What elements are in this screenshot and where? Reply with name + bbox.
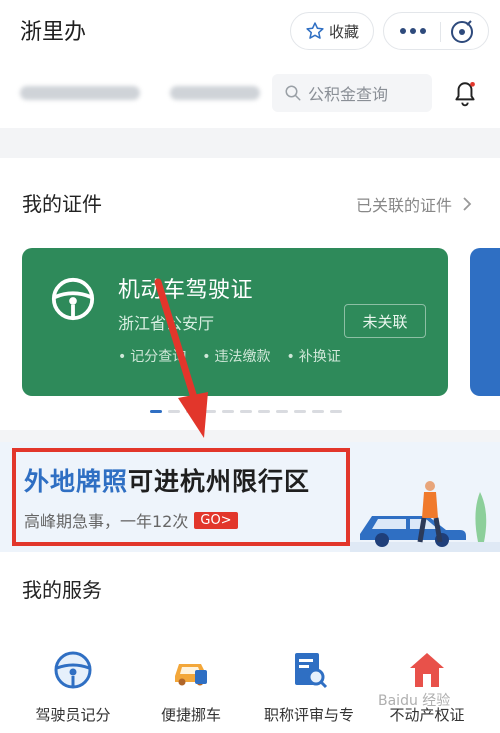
more-icon[interactable] <box>400 22 426 40</box>
miniapp-capsule <box>383 12 489 50</box>
feature-points-query[interactable]: 记分查询 <box>118 346 186 366</box>
services-title: 我的服务 <box>22 578 102 602</box>
blurred-location-2 <box>170 86 260 100</box>
top-bar: 浙里办 收藏 <box>0 0 500 62</box>
feature-fine-payment[interactable]: 违法缴款 <box>202 346 271 366</box>
watermark: Baidu 经验 <box>378 693 451 709</box>
section-divider <box>0 128 500 158</box>
service-label: 职称评审与专 <box>263 706 354 724</box>
bell-icon[interactable] <box>452 80 478 108</box>
house-icon <box>410 653 444 687</box>
steering-wheel-icon <box>54 651 92 689</box>
search-placeholder: 公积金查询 <box>308 85 389 104</box>
close-target-icon[interactable] <box>450 20 474 44</box>
service-label: 便捷挪车 <box>160 706 221 724</box>
certificates-title: 我的证件 <box>22 192 102 216</box>
next-card-peek[interactable] <box>470 248 500 396</box>
search-icon <box>285 85 301 101</box>
car-icon <box>175 664 207 686</box>
service-title-review[interactable]: 职称评审与专 <box>254 650 364 725</box>
search-row: 公积金查询 <box>0 64 500 122</box>
favorite-button[interactable]: 收藏 <box>290 12 374 50</box>
card-issuer: 浙江省公安厅 <box>118 314 215 333</box>
car-illustration-icon <box>350 481 500 552</box>
star-icon <box>306 22 324 39</box>
service-move-car[interactable]: 便捷挪车 <box>136 650 246 725</box>
favorite-label: 收藏 <box>328 22 359 41</box>
linked-certificates-label: 已关联的证件 <box>355 196 452 215</box>
unlinked-status-button[interactable]: 未关联 <box>344 304 426 338</box>
document-search-icon <box>295 653 328 689</box>
service-driver-points[interactable]: 驾驶员记分 <box>18 650 128 725</box>
card-name: 机动车驾驶证 <box>118 278 254 303</box>
driver-license-card[interactable]: 机动车驾驶证 浙江省公安厅 未关联 记分查询 违法缴款 补换证 <box>22 248 448 396</box>
section-divider-2 <box>0 430 500 442</box>
blurred-location <box>20 86 140 100</box>
steering-wheel-icon <box>51 277 95 321</box>
highlight-red-frame <box>12 448 350 546</box>
promo-banner[interactable]: 外地牌照可进杭州限行区 高峰期急事，一年12次 GO> <box>0 442 500 552</box>
capsule-divider <box>440 22 441 42</box>
carousel-indicator <box>150 410 342 413</box>
search-input[interactable]: 公积金查询 <box>272 74 432 112</box>
service-property-cert[interactable]: 不动产权证 <box>372 650 482 725</box>
linked-certificates-link[interactable]: 已关联的证件 <box>356 192 472 216</box>
card-features: 记分查询 违法缴款 补换证 <box>118 346 341 366</box>
app-title: 浙里办 <box>20 20 87 45</box>
service-label: 驾驶员记分 <box>35 706 111 724</box>
feature-card-replacement[interactable]: 补换证 <box>287 346 341 366</box>
chevron-right-icon <box>463 197 472 211</box>
